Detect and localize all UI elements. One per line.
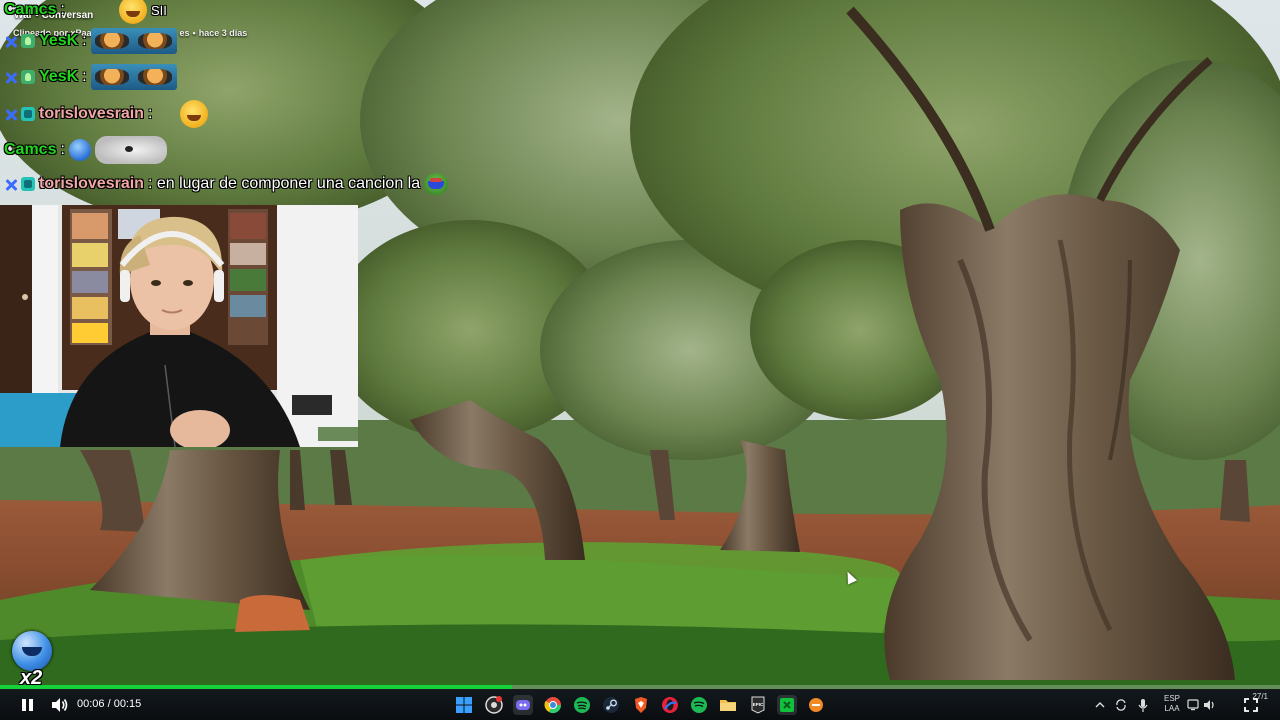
windows-start-icon[interactable] — [454, 695, 474, 715]
chat-username: torislovesrain — [39, 105, 144, 122]
language-indicator[interactable]: ESP LAA — [1160, 694, 1184, 714]
chat-message-text: : — [60, 1, 65, 18]
file-explorer-icon[interactable] — [718, 695, 738, 715]
fullscreen-icon[interactable] — [1244, 698, 1258, 712]
speaker-icon[interactable] — [1202, 695, 1216, 715]
orange-app-icon[interactable] — [806, 695, 826, 715]
x-badge-icon — [4, 108, 17, 121]
spotify-icon[interactable] — [572, 695, 592, 715]
chat-message: YesK : — [4, 28, 177, 54]
green-app-icon[interactable] — [777, 695, 797, 715]
steam-icon[interactable] — [601, 695, 621, 715]
plant-badge-icon — [21, 34, 35, 48]
keyboard-layout: LAA — [1164, 704, 1180, 713]
cyan-badge-icon — [21, 107, 35, 121]
chat-message: YesK : — [4, 64, 177, 90]
clip-title-tail: es — [179, 28, 190, 38]
x-badge-icon — [4, 178, 17, 191]
chat-username: YesK — [39, 32, 79, 49]
globe-emote-icon — [68, 139, 91, 161]
language-code: ESP — [1163, 694, 1180, 703]
chat-username: Camcs — [4, 141, 57, 158]
time-readout: 00:06 / 00:15 — [77, 698, 142, 710]
clip-age: hace 3 días — [198, 28, 248, 38]
plant-badge-icon — [21, 70, 35, 84]
chat-message: Camcs : — [4, 136, 167, 164]
microphone-icon[interactable] — [1137, 695, 1149, 715]
glasses-emote-icon — [90, 64, 177, 90]
chat-username: Camcs — [4, 1, 57, 18]
seal-emote-icon — [94, 136, 167, 164]
cyan-badge-icon — [21, 177, 35, 191]
chat-message: torislovesrain : — [4, 100, 209, 128]
laughing-orb-icon — [12, 631, 52, 671]
chrome-icon[interactable] — [543, 695, 563, 715]
spotify-alt-icon[interactable] — [689, 695, 709, 715]
webcam-feed — [0, 205, 358, 447]
glasses-emote-icon — [90, 28, 177, 54]
chat-message: torislovesrain : en lugar de componer un… — [4, 173, 449, 195]
chat-message-text: : — [82, 68, 87, 85]
smile-emote-icon — [180, 100, 209, 128]
chat-message-text: : — [82, 32, 87, 49]
sync-icon[interactable] — [1114, 695, 1128, 715]
pepe-emote-icon — [424, 173, 449, 195]
discord-icon[interactable] — [513, 695, 533, 715]
chat-message-text: : — [60, 141, 65, 158]
chat-username: torislovesrain — [39, 175, 144, 192]
x-badge-icon — [4, 35, 17, 48]
volume-icon[interactable] — [50, 697, 68, 713]
opera-icon[interactable] — [660, 695, 680, 715]
obs-icon[interactable] — [484, 695, 504, 715]
x-badge-icon — [4, 71, 17, 84]
chat-message-trailing: SII — [150, 2, 167, 18]
smile-emote-icon — [118, 0, 147, 24]
chat-message: Camcs : SII — [4, 0, 167, 24]
display-icon[interactable] — [1186, 695, 1200, 715]
svg-text:EPIC: EPIC — [753, 702, 764, 707]
brave-icon[interactable] — [631, 695, 651, 715]
chat-message-text: : en lugar de componer una cancion la — [147, 175, 421, 192]
pause-button[interactable] — [20, 697, 36, 713]
chat-message-text: : — [147, 105, 153, 122]
epic-games-icon[interactable]: EPIC — [748, 695, 768, 715]
chat-username: YesK — [39, 68, 79, 85]
player-control-bar: 00:06 / 00:15 EPIC ESP LAA 27/1 — [0, 689, 1280, 720]
chevron-up-icon[interactable] — [1094, 695, 1106, 715]
speed-badge: x2 — [6, 629, 58, 689]
